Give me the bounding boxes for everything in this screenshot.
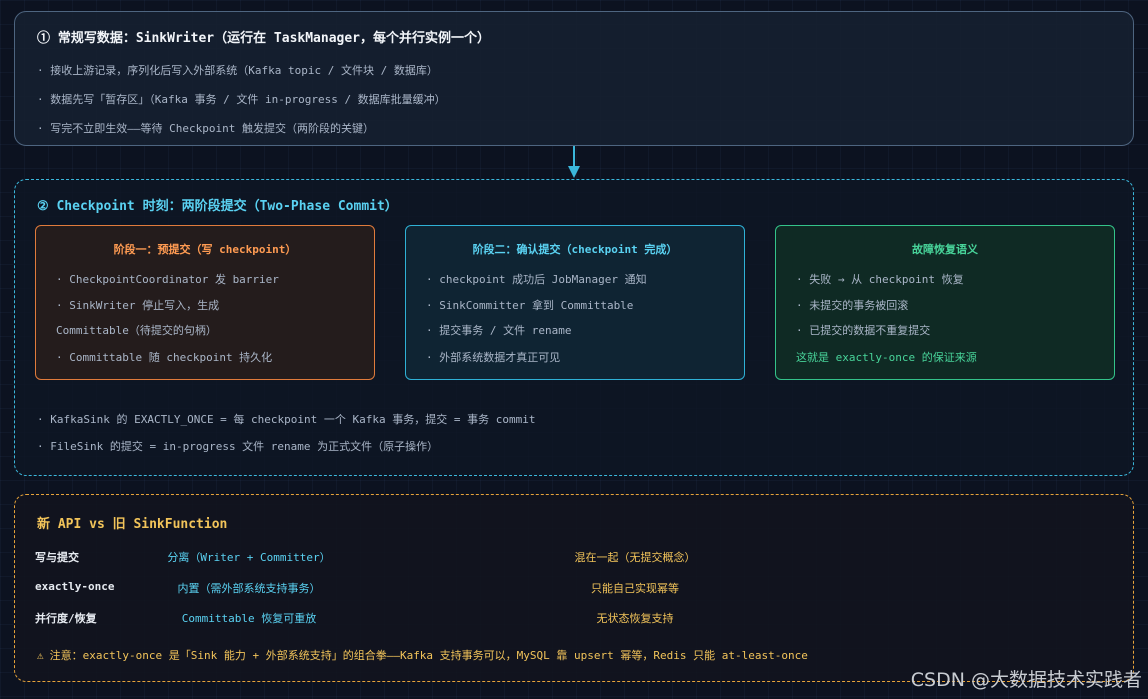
card-line: · 未提交的事务被回滚 bbox=[796, 299, 909, 312]
row-old-value: 只能自己实现幂等 bbox=[591, 582, 679, 595]
card-line: · SinkWriter 停止写入，生成 bbox=[56, 299, 220, 312]
card-line: · 外部系统数据才真正可见 bbox=[426, 351, 561, 364]
row-label: 写与提交 bbox=[35, 551, 79, 564]
note-text: 注意：exactly-once 是「Sink 能力 + 外部系统支持」的组合拳—… bbox=[49, 649, 808, 662]
section2-footer-line: · KafkaSink 的 EXACTLY_ONCE = 每 checkpoin… bbox=[37, 413, 536, 426]
note-line: ⚠ 注意：exactly-once 是「Sink 能力 + 外部系统支持」的组合拳… bbox=[37, 647, 808, 663]
card-line: · Committable 随 checkpoint 持久化 bbox=[56, 351, 273, 364]
card-line: · checkpoint 成功后 JobManager 通知 bbox=[426, 273, 647, 286]
card-line: · CheckpointCoordinator 发 barrier bbox=[56, 273, 279, 286]
api-comparison-panel: 新 API vs 旧 SinkFunction 写与提交 分离（Writer +… bbox=[14, 494, 1134, 682]
section1-line: · 接收上游记录，序列化后写入外部系统（Kafka topic / 文件块 / … bbox=[37, 64, 438, 77]
section1-line: · 写完不立即生效——等待 Checkpoint 触发提交（两阶段的关键） bbox=[37, 122, 374, 135]
row-label: exactly-once bbox=[35, 580, 115, 593]
card-line: Committable（待提交的句柄） bbox=[56, 324, 217, 337]
row-label: 并行度/恢复 bbox=[35, 612, 97, 625]
phase-one-card: 阶段一：预提交（写 checkpoint） · CheckpointCoordi… bbox=[35, 225, 375, 380]
row-old-value: 无状态恢复支持 bbox=[596, 612, 674, 625]
row-old-value: 混在一起（无提交概念） bbox=[574, 551, 696, 564]
phase-two-card: 阶段二：确认提交（checkpoint 完成） · checkpoint 成功后… bbox=[405, 225, 745, 380]
card-highlight-line: 这就是 exactly-once 的保证来源 bbox=[796, 351, 977, 364]
card-line: · SinkCommitter 拿到 Committable bbox=[426, 299, 634, 312]
card-line: · 提交事务 / 文件 rename bbox=[426, 324, 572, 337]
phase-one-title: 阶段一：预提交（写 checkpoint） bbox=[113, 243, 297, 256]
row-new-value: 分离（Writer + Committer） bbox=[167, 551, 331, 564]
recovery-semantics-card: 故障恢复语义 · 失败 → 从 checkpoint 恢复 · 未提交的事务被回… bbox=[775, 225, 1115, 380]
watermark: CSDN @大数据技术实践者 bbox=[910, 669, 1142, 691]
down-arrow-icon bbox=[568, 146, 580, 178]
section3-title: 新 API vs 旧 SinkFunction bbox=[37, 517, 228, 532]
card-line: · 已提交的数据不重复提交 bbox=[796, 324, 931, 337]
warning-icon: ⚠ bbox=[37, 649, 44, 662]
phase-two-title: 阶段二：确认提交（checkpoint 完成） bbox=[472, 243, 678, 256]
two-phase-commit-panel: ② Checkpoint 时刻：两阶段提交（Two-Phase Commit） … bbox=[14, 179, 1134, 476]
sinkwriter-panel: ① 常规写数据：SinkWriter（运行在 TaskManager，每个并行实… bbox=[14, 11, 1134, 146]
card-line: · 失败 → 从 checkpoint 恢复 bbox=[796, 273, 964, 286]
section2-footer-line: · FileSink 的提交 = in-progress 文件 rename 为… bbox=[37, 440, 439, 453]
section1-title: ① 常规写数据：SinkWriter（运行在 TaskManager，每个并行实… bbox=[37, 31, 491, 46]
section1-line: · 数据先写「暂存区」（Kafka 事务 / 文件 in-progress / … bbox=[37, 93, 446, 106]
row-new-value: Committable 恢复可重放 bbox=[181, 612, 317, 625]
section2-title: ② Checkpoint 时刻：两阶段提交（Two-Phase Commit） bbox=[37, 199, 398, 214]
recovery-title: 故障恢复语义 bbox=[912, 243, 978, 256]
row-new-value: 内置（需外部系统支持事务） bbox=[177, 582, 321, 595]
